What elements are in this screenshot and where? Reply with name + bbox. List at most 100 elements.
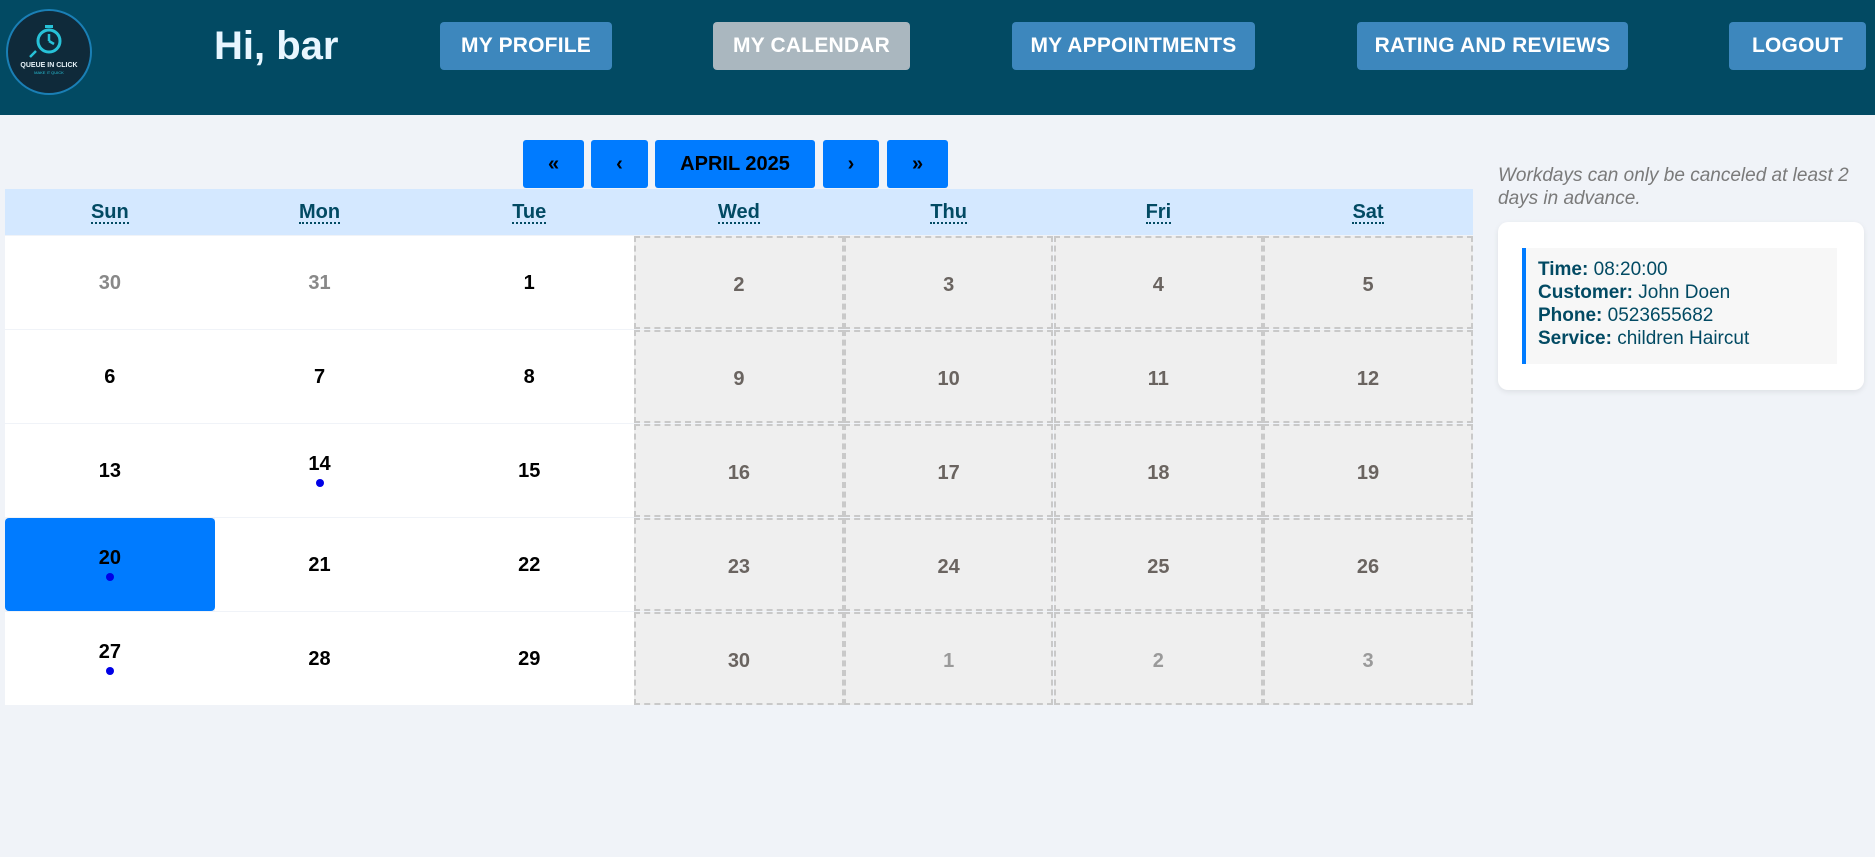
appointment-indicator-dot — [105, 667, 114, 675]
day-number: 7 — [313, 366, 326, 388]
calendar-day-cell[interactable]: 23 — [634, 518, 844, 611]
appointment-time-row: Time: 08:20:00 — [1538, 258, 1837, 281]
appointment-card: Time: 08:20:00 Customer: John Doen Phone… — [1498, 222, 1864, 390]
day-number: 24 — [937, 556, 960, 578]
appointment-service-row: Service: children Haircut — [1538, 327, 1837, 350]
day-number: 12 — [1356, 368, 1380, 390]
calendar-day-cell[interactable]: 6 — [5, 330, 215, 423]
calendar-day-cell[interactable]: 2 — [634, 236, 844, 329]
day-number: 21 — [308, 554, 331, 576]
calendar-day-cell[interactable]: 20 — [5, 518, 215, 611]
weekday-mon: Mon — [298, 201, 341, 224]
calendar-day-cell[interactable]: 28 — [214, 612, 425, 705]
calendar-day-cell[interactable]: 22 — [424, 518, 635, 611]
calendar-day-cell[interactable]: 1 — [424, 236, 635, 329]
day-number: 1 — [943, 650, 955, 672]
appointment-indicator-dot — [105, 573, 114, 581]
appointment-phone: 0523655682 — [1607, 305, 1714, 326]
day-number: 3 — [943, 274, 955, 296]
calendar-day-cell[interactable]: 30 — [634, 612, 844, 705]
day-number: 5 — [1362, 274, 1374, 296]
calendar-day-cell[interactable]: 27 — [5, 612, 215, 705]
weekday-fri: Fri — [1145, 201, 1172, 224]
calendar-day-cell[interactable]: 29 — [424, 612, 635, 705]
appointment-indicator-dot — [315, 479, 324, 487]
weekday-sun: Sun — [90, 201, 129, 224]
calendar-day-cell[interactable]: 11 — [1053, 330, 1264, 423]
logout-button[interactable]: LOGOUT — [1729, 22, 1866, 70]
calendar-day-cell[interactable]: 13 — [5, 424, 215, 517]
calendar-day-cell[interactable]: 15 — [424, 424, 635, 517]
my-appointments-button[interactable]: MY APPOINTMENTS — [1012, 22, 1255, 70]
day-number: 28 — [308, 648, 331, 670]
calendar-day-cell[interactable]: 17 — [843, 424, 1054, 517]
my-profile-button[interactable]: MY PROFILE — [440, 22, 612, 70]
day-number: 4 — [1152, 274, 1164, 296]
day-number: 25 — [1147, 556, 1170, 578]
day-number: 19 — [1356, 462, 1380, 484]
appointment-details[interactable]: Time: 08:20:00 Customer: John Doen Phone… — [1522, 248, 1837, 364]
service-label: Service: — [1538, 328, 1612, 349]
day-number: 13 — [98, 460, 121, 482]
day-number: 23 — [727, 556, 751, 578]
calendar-day-cell[interactable]: 30 — [5, 236, 215, 329]
day-number: 20 — [98, 547, 121, 569]
prev-year-button[interactable]: « — [523, 140, 584, 188]
day-number: 26 — [1356, 556, 1380, 578]
time-label: Time: — [1538, 259, 1589, 280]
calendar-day-cell[interactable]: 5 — [1263, 236, 1473, 329]
calendar-day-cell[interactable]: 19 — [1263, 424, 1473, 517]
day-number: 30 — [98, 272, 121, 294]
calendar-day-cell[interactable]: 21 — [214, 518, 425, 611]
calendar-day-cell[interactable]: 9 — [634, 330, 844, 423]
calendar-day-cell[interactable]: 26 — [1263, 518, 1473, 611]
calendar-day-cell[interactable]: 3 — [1263, 612, 1473, 705]
calendar-day-cell[interactable]: 8 — [424, 330, 635, 423]
next-month-button[interactable]: › — [823, 140, 879, 188]
day-number: 2 — [733, 274, 745, 296]
day-number: 27 — [98, 641, 121, 663]
day-number: 31 — [308, 272, 331, 294]
day-number: 18 — [1147, 462, 1170, 484]
calendar-day-cell[interactable]: 16 — [634, 424, 844, 517]
appointment-phone-row: Phone: 0523655682 — [1538, 304, 1837, 327]
rating-and-reviews-button[interactable]: RATING AND REVIEWS — [1357, 22, 1628, 70]
calendar-day-cell[interactable]: 4 — [1053, 236, 1264, 329]
day-number: 6 — [104, 366, 116, 388]
calendar-day-cell[interactable]: 10 — [843, 330, 1054, 423]
day-number: 2 — [1152, 650, 1164, 672]
calendar-day-cell[interactable]: 18 — [1053, 424, 1264, 517]
day-number: 29 — [518, 648, 541, 670]
app-logo[interactable]: QUEUE IN CLICK MAKE IT QUICK — [6, 9, 92, 95]
day-number: 8 — [523, 366, 535, 388]
day-number: 30 — [727, 650, 751, 672]
greeting: Hi, bar — [214, 24, 339, 68]
calendar-day-cell[interactable]: 24 — [843, 518, 1054, 611]
weekday-header: Sun Mon Tue Wed Thu Fri Sat — [5, 189, 1473, 235]
calendar-day-cell[interactable]: 25 — [1053, 518, 1264, 611]
calendar-day-cell[interactable]: 3 — [843, 236, 1054, 329]
day-number: 16 — [727, 462, 751, 484]
prev-month-button[interactable]: ‹ — [591, 140, 648, 188]
calendar-day-cell[interactable]: 1 — [843, 612, 1054, 705]
next-year-button[interactable]: » — [887, 140, 948, 188]
customer-label: Customer: — [1538, 282, 1634, 303]
day-number: 3 — [1362, 650, 1374, 672]
logo-tagline: MAKE IT QUICK — [34, 70, 64, 75]
current-month-label[interactable]: APRIL 2025 — [655, 140, 815, 188]
calendar-day-cell[interactable]: 7 — [214, 330, 425, 423]
phone-label: Phone: — [1538, 305, 1603, 326]
day-number: 17 — [937, 462, 960, 484]
appointment-time: 08:20:00 — [1593, 259, 1668, 280]
calendar-day-cell[interactable]: 14 — [214, 424, 425, 517]
logo-text: QUEUE IN CLICK — [20, 62, 77, 69]
day-number: 1 — [523, 272, 535, 294]
my-calendar-button[interactable]: MY CALENDAR — [713, 22, 910, 70]
calendar-day-cell[interactable]: 2 — [1053, 612, 1264, 705]
appointment-service: children Haircut — [1617, 328, 1750, 349]
calendar-day-cell[interactable]: 31 — [214, 236, 425, 329]
day-number: 11 — [1147, 368, 1169, 390]
weekday-thu: Thu — [930, 201, 967, 224]
day-number: 9 — [733, 368, 745, 390]
calendar-day-cell[interactable]: 12 — [1263, 330, 1473, 423]
